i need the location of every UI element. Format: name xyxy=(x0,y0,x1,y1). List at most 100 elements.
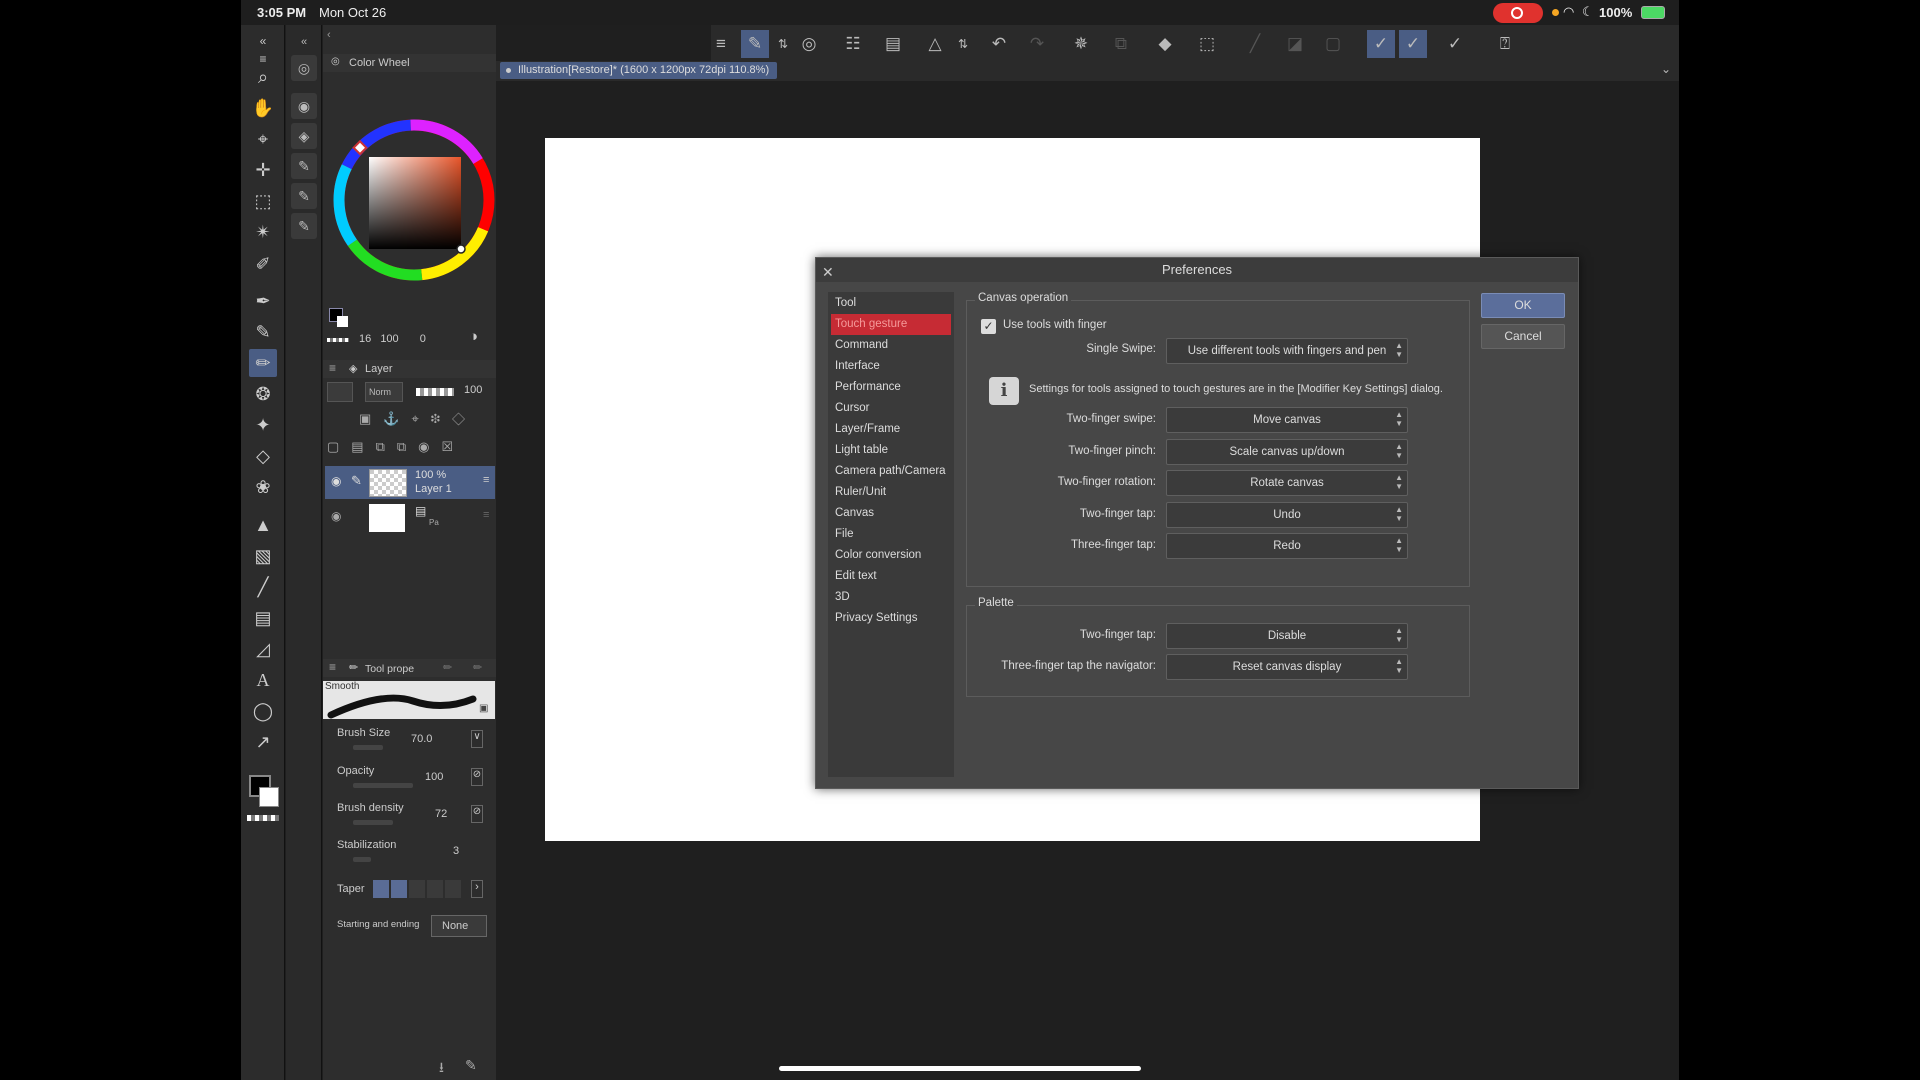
category-item[interactable]: Edit text xyxy=(831,566,951,587)
prop-value[interactable]: 3 xyxy=(453,845,459,857)
main-menu-icon[interactable]: ≡ xyxy=(707,30,735,58)
three-finger-tap-select[interactable]: Redo ▲ ▼ xyxy=(1166,533,1408,559)
chevron-right-icon[interactable]: › xyxy=(471,880,483,898)
eye-icon[interactable]: ◉ xyxy=(331,509,341,523)
taper-swatch-1[interactable] xyxy=(373,880,389,898)
clear-icon[interactable]: ╱ xyxy=(1241,30,1269,58)
invert-icon[interactable]: ◪ xyxy=(1281,30,1309,58)
gradient-tool-icon[interactable]: ▧ xyxy=(249,542,277,570)
tool-settings-icon[interactable]: ✎ xyxy=(465,1057,477,1074)
close-icon[interactable]: ✕ xyxy=(822,260,834,284)
sub-color-mini[interactable] xyxy=(337,316,348,327)
ok-button[interactable]: OK xyxy=(1481,293,1565,318)
chevron-down-icon[interactable]: ⌄ xyxy=(1661,62,1671,76)
blend-tool-icon[interactable]: ❀ xyxy=(249,473,277,501)
eraser-icon[interactable]: ◇ xyxy=(249,442,277,470)
updown-icon[interactable]: ⇅ xyxy=(769,30,797,58)
lock-icon[interactable]: ▣ xyxy=(479,703,488,714)
prop-brush-density[interactable]: Brush density 72 ⊘ xyxy=(331,802,495,832)
redo-icon[interactable]: ↷ xyxy=(1023,30,1051,58)
layer-opacity-value[interactable]: 100 xyxy=(464,384,482,396)
collapse-icon[interactable]: ‹ xyxy=(327,29,331,41)
fill-tool-icon[interactable]: ▲ xyxy=(249,511,277,539)
edit-mode-icon[interactable]: ✎ xyxy=(741,30,769,58)
two-finger-tap-select[interactable]: Undo ▲ ▼ xyxy=(1166,502,1408,528)
prop-stabilization[interactable]: Stabilization 3 xyxy=(331,839,495,869)
blend-mode-select[interactable]: Norm xyxy=(365,382,403,402)
two-finger-swipe-select[interactable]: Move canvas ▲ ▼ xyxy=(1166,407,1408,433)
prop-opacity[interactable]: Opacity 100 ⊘ xyxy=(331,765,495,795)
two-finger-pinch-select[interactable]: Scale canvas up/down ▲ ▼ xyxy=(1166,439,1408,465)
magic-wand-icon[interactable]: ✴ xyxy=(249,218,277,246)
category-item[interactable]: Performance xyxy=(831,377,951,398)
layer-tab-icon[interactable]: ◈ xyxy=(291,123,317,149)
category-item[interactable]: File xyxy=(831,524,951,545)
prop-value[interactable]: 70.0 xyxy=(411,733,432,745)
category-item[interactable]: Camera path/Camera xyxy=(831,461,951,482)
new-file-icon[interactable]: ☷ xyxy=(839,30,867,58)
taper-swatch-2[interactable] xyxy=(391,880,407,898)
sync-icon[interactable]: ◎ xyxy=(795,30,823,58)
prop-brush-size[interactable]: Brush Size 70.0 ∨ xyxy=(331,727,495,757)
home-indicator[interactable] xyxy=(779,1066,1141,1071)
sub-color-swatch[interactable] xyxy=(259,787,279,807)
panel-menu-icon[interactable]: ≡ xyxy=(329,660,336,674)
sub-tool-icon-2[interactable]: ✎ xyxy=(291,183,317,209)
airbrush-icon[interactable]: ❂ xyxy=(249,380,277,408)
category-item[interactable]: Tool xyxy=(831,293,951,314)
prop-slider[interactable] xyxy=(353,820,393,825)
layer-menu-icon[interactable]: ≡ xyxy=(483,509,489,521)
prop-taper[interactable]: Taper › xyxy=(331,877,495,907)
brush-tool-icon[interactable]: ✏ xyxy=(249,349,277,377)
copy-icon[interactable]: ⧉ xyxy=(1107,30,1135,58)
pen-tool-icon[interactable]: ✒ xyxy=(249,287,277,315)
operation-tool-icon[interactable]: ⌖ xyxy=(249,125,277,153)
collapse-icon[interactable]: « xyxy=(291,29,317,55)
screen-recording-icon[interactable] xyxy=(1493,3,1543,23)
correct-line-icon[interactable]: ↗ xyxy=(249,728,277,756)
prop-slider[interactable] xyxy=(353,857,371,862)
ruler-tool-icon[interactable]: ◿ xyxy=(249,635,277,663)
pressure-icon[interactable]: ⊘ xyxy=(471,805,483,823)
snap-ruler-icon[interactable]: ✓ xyxy=(1367,30,1395,58)
eye-icon[interactable]: ◉ xyxy=(331,474,341,488)
prop-value[interactable]: 100 xyxy=(425,771,443,783)
pencil-tool-icon[interactable]: ✎ xyxy=(249,318,277,346)
figure-tool-icon[interactable]: ╱ xyxy=(249,573,277,601)
updown-icon-2[interactable]: ⇅ xyxy=(949,30,977,58)
loading-icon[interactable]: ✵ xyxy=(1067,30,1095,58)
taper-swatch-5[interactable] xyxy=(445,880,461,898)
pressure-icon[interactable]: ∨ xyxy=(471,730,483,748)
category-item[interactable]: Layer/Frame xyxy=(831,419,951,440)
help-icon[interactable]: ⍰ xyxy=(1491,30,1519,58)
category-item[interactable]: 3D xyxy=(831,587,951,608)
sub-tool-detail-icon-2[interactable]: ✏ xyxy=(473,661,482,674)
category-item[interactable]: Light table xyxy=(831,440,951,461)
snap-special-icon[interactable]: ✓ xyxy=(1399,30,1427,58)
category-item[interactable]: Canvas xyxy=(831,503,951,524)
navigator-icon[interactable]: ◎ xyxy=(291,55,317,81)
layer-row-2[interactable]: ◉ ▤ Pa ≡ xyxy=(325,501,495,534)
color-mode-icon[interactable]: ◑ xyxy=(469,328,478,345)
single-swipe-select[interactable]: Use different tools with fingers and pen… xyxy=(1166,338,1408,364)
start-end-select[interactable]: None xyxy=(431,915,487,937)
selection-tool-icon[interactable]: ⬚ xyxy=(249,187,277,215)
category-item[interactable]: Touch gesture xyxy=(831,314,951,335)
use-tools-checkbox[interactable]: ✓ xyxy=(981,319,996,334)
transparent-color-swatch[interactable] xyxy=(247,815,279,821)
download-icon[interactable]: ⭳ xyxy=(439,1057,444,1080)
layer-menu-icon[interactable]: ≡ xyxy=(483,474,489,486)
save-icon[interactable]: △ xyxy=(921,30,949,58)
document-tab[interactable]: Illustration[Restore]* (1600 x 1200px 72… xyxy=(500,62,778,79)
fill-bucket-icon[interactable]: ◆ xyxy=(1151,30,1179,58)
brush-preview[interactable]: Smooth ▣ xyxy=(323,681,495,719)
taper-swatch-3[interactable] xyxy=(409,880,425,898)
navigator-three-finger-select[interactable]: Reset canvas display ▲ ▼ xyxy=(1166,654,1408,680)
pressure-icon[interactable]: ⊘ xyxy=(471,768,483,786)
balloon-tool-icon[interactable]: ◯ xyxy=(249,697,277,725)
decoration-icon[interactable]: ✦ xyxy=(249,411,277,439)
undo-icon[interactable]: ↶ xyxy=(985,30,1013,58)
two-finger-rotation-select[interactable]: Rotate canvas ▲ ▼ xyxy=(1166,470,1408,496)
sub-tool-icon-1[interactable]: ✎ xyxy=(291,153,317,179)
layer-row-1[interactable]: ◉ ✎ 100 % Layer 1 ≡ xyxy=(325,466,495,499)
